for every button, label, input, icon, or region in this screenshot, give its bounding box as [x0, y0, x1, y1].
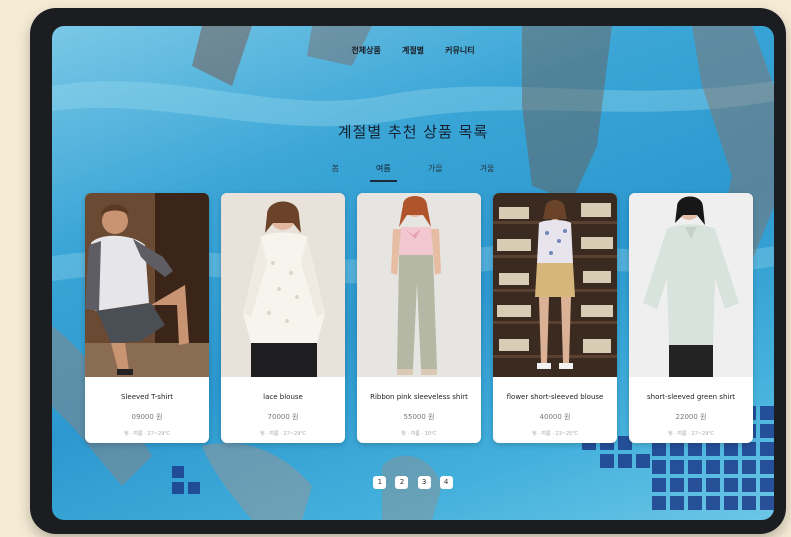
tab-spring[interactable]: 봄 — [326, 163, 345, 180]
product-meta: 빛 · 여름 · 27~29℃ — [668, 431, 714, 437]
product-name: Ribbon pink sleeveless shirt — [370, 393, 468, 401]
product-price: 70000 원 — [267, 413, 299, 421]
nav-all-products[interactable]: 전체상품 — [351, 45, 380, 56]
product-grid: Sleeved T-shirt 09000 원 빛 · 여름 · 27~29℃ … — [85, 193, 755, 445]
tab-summer[interactable]: 여름 — [370, 163, 397, 182]
product-meta: 빛 · 여름 · 30℃ — [401, 431, 437, 437]
product-image — [85, 193, 209, 377]
product-price: 22000 원 — [675, 413, 707, 421]
product-meta: 빛 · 여름 · 27~29℃ — [124, 431, 170, 437]
page-button-1[interactable]: 1 — [373, 476, 387, 489]
product-card[interactable]: short-sleeved green shirt 22000 원 빛 · 여름… — [629, 193, 753, 443]
tab-autumn[interactable]: 가을 — [422, 163, 449, 180]
product-card[interactable]: flower short-sleeved blouse 40000 원 빛 · … — [493, 193, 617, 443]
product-name: lace blouse — [263, 393, 303, 401]
product-name: Sleeved T-shirt — [121, 393, 173, 401]
tablet-frame: 전체상품 계절별 커뮤니티 계절별 추천 상품 목록 봄 여름 가을 겨울 Sl… — [30, 8, 786, 534]
product-meta: 빛 · 여름 · 27~29℃ — [260, 431, 306, 437]
product-price: 40000 원 — [539, 413, 571, 421]
product-image — [629, 193, 753, 377]
product-name: short-sleeved green shirt — [647, 393, 735, 401]
page-button-4[interactable]: 4 — [439, 476, 453, 489]
product-image — [493, 193, 617, 377]
nav-seasonal[interactable]: 계절별 — [402, 45, 424, 56]
product-meta: 빛 · 여름 · 23~25℃ — [532, 431, 578, 437]
pagination: 1 2 3 4 — [52, 469, 774, 489]
product-card[interactable]: Sleeved T-shirt 09000 원 빛 · 여름 · 27~29℃ — [85, 193, 209, 443]
product-card[interactable]: lace blouse 70000 원 빛 · 여름 · 27~29℃ — [221, 193, 345, 443]
product-image — [221, 193, 345, 377]
app-screen: 전체상품 계절별 커뮤니티 계절별 추천 상품 목록 봄 여름 가을 겨울 Sl… — [52, 26, 774, 520]
page-button-2[interactable]: 2 — [395, 476, 409, 489]
product-price: 09000 원 — [131, 413, 163, 421]
tab-winter[interactable]: 겨울 — [474, 163, 501, 180]
page-button-3[interactable]: 3 — [417, 476, 431, 489]
product-price: 55000 원 — [403, 413, 435, 421]
nav-community[interactable]: 커뮤니티 — [445, 45, 474, 56]
season-tabs: 봄 여름 가을 겨울 — [52, 156, 774, 182]
page-title: 계절별 추천 상품 목록 — [337, 123, 489, 141]
product-card[interactable]: Ribbon pink sleeveless shirt 55000 원 빛 ·… — [357, 193, 481, 443]
product-name: flower short-sleeved blouse — [506, 393, 604, 401]
product-image — [357, 193, 481, 377]
top-nav: 전체상품 계절별 커뮤니티 — [52, 38, 774, 57]
